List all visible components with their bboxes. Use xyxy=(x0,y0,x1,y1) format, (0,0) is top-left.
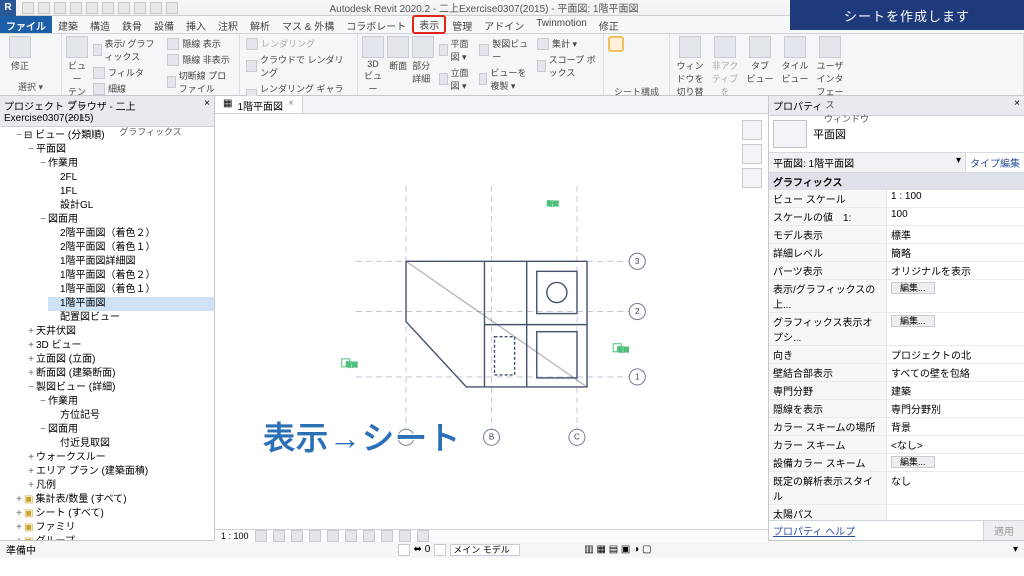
tab-7[interactable]: マス & 外構 xyxy=(276,16,340,33)
drawing-canvas[interactable]: ABC 321 断面断面断面 xyxy=(215,114,768,529)
apply-button[interactable]: 適用 xyxy=(983,521,1024,540)
cut-profile-button[interactable]: 切断線 プロファイル xyxy=(165,68,235,96)
svg-text:断面: 断面 xyxy=(346,361,358,369)
tab-12[interactable]: Twinmotion xyxy=(530,16,593,33)
tab-13[interactable]: 修正 xyxy=(593,16,625,33)
cursor-icon xyxy=(9,36,31,58)
ui-button[interactable]: ユーザ インタフェース xyxy=(814,36,846,111)
sheet-icon-2[interactable] xyxy=(627,36,641,50)
properties-panel[interactable]: プロパティ× 平面図 平面図: 1階平面図 ▾ タイプ編集 グラフィックスビュー… xyxy=(768,96,1024,540)
thinlines-button[interactable]: 細線 xyxy=(91,81,162,96)
project-browser[interactable]: プロジェクト ブラウザ - 二上Exercise0307(2015)× −⊟ ビ… xyxy=(0,96,215,540)
property-help-link[interactable]: プロパティ ヘルプ xyxy=(769,521,983,540)
tab-4[interactable]: 挿入 xyxy=(180,16,212,33)
svg-text:1: 1 xyxy=(635,372,640,381)
floor-plan-drawing: ABC 321 断面断面断面 xyxy=(215,114,768,529)
filter-button[interactable]: フィルタ xyxy=(91,65,162,80)
svg-text:2: 2 xyxy=(635,307,640,316)
hide-hidden-button[interactable]: 隠線 非表示 xyxy=(165,52,235,67)
app-logo: R xyxy=(0,0,16,16)
callout-button[interactable]: 部分詳細 xyxy=(412,36,434,85)
view-nav[interactable] xyxy=(742,120,764,188)
tab-1[interactable]: 構造 xyxy=(84,16,116,33)
duplicate-view-button[interactable]: ビューを複製 ▾ xyxy=(477,65,532,93)
cloud-render-button[interactable]: クラウドで レンダリング xyxy=(244,52,353,80)
elev-view-button[interactable]: 立面図 ▾ xyxy=(437,65,474,93)
scale-label[interactable]: 1 : 100 xyxy=(221,531,249,541)
close-tab-icon[interactable]: × xyxy=(288,98,294,111)
svg-text:断面: 断面 xyxy=(617,346,629,354)
edit-type-button[interactable]: タイプ編集 xyxy=(966,153,1024,172)
svg-text:B: B xyxy=(489,433,494,442)
ribbon: 修正 選択 ▾ ビュー テンプレート 表示/ グラフィックス フィルタ 細線 隠… xyxy=(0,34,1024,96)
view-tabs[interactable]: ▦ 1階平面図 × xyxy=(215,96,768,114)
zoom-icon[interactable] xyxy=(742,168,762,188)
navwheel-icon[interactable] xyxy=(742,120,762,140)
svg-text:3: 3 xyxy=(635,257,640,266)
annotation-overlay: 表示→シート xyxy=(263,413,461,459)
tab-5[interactable]: 注釈 xyxy=(212,16,244,33)
instance-selector[interactable]: 平面図: 1階平面図 ▾ xyxy=(769,153,966,172)
window-title: Autodesk Revit 2020.2 - 二上Exercise0307(2… xyxy=(184,0,784,15)
vg-button[interactable]: 表示/ グラフィックス xyxy=(91,36,162,64)
tutorial-banner: シートを作成します xyxy=(790,0,1024,30)
tab-file[interactable]: ファイル xyxy=(0,16,52,33)
tab-3[interactable]: 設備 xyxy=(148,16,180,33)
tab-6[interactable]: 解析 xyxy=(244,16,276,33)
view-template-button[interactable]: ビュー テンプレート xyxy=(66,36,88,124)
tab-2[interactable]: 鉄骨 xyxy=(116,16,148,33)
plan-icon: ▦ xyxy=(223,98,232,111)
view-control-bar[interactable]: 1 : 100 xyxy=(215,529,768,542)
tab-8[interactable]: コラボレート xyxy=(340,16,412,33)
model-selector[interactable] xyxy=(450,544,520,556)
view-tab-active[interactable]: ▦ 1階平面図 × xyxy=(215,96,303,113)
tab-view-button[interactable]: タブ ビュー xyxy=(744,36,776,85)
svg-text:C: C xyxy=(574,433,580,442)
tab-9[interactable]: 表示 xyxy=(412,15,446,34)
render-button[interactable]: レンダリング xyxy=(244,36,353,51)
tab-11[interactable]: アドイン xyxy=(478,16,530,33)
tile-view-button[interactable]: タイル ビュー xyxy=(779,36,811,85)
schedule-button[interactable]: 集計 ▾ xyxy=(535,36,599,51)
tab-10[interactable]: 管理 xyxy=(446,16,478,33)
section-button[interactable]: 断面 xyxy=(387,36,409,72)
quick-access-toolbar[interactable] xyxy=(16,2,184,14)
status-text: 準備中 xyxy=(6,542,36,557)
tab-0[interactable]: 建築 xyxy=(52,16,84,33)
status-bar: 準備中 ⬌ 0 ▥ ▦ ▤ ▣ ◑ ▢ ▾ xyxy=(0,540,1024,558)
plan-view-button[interactable]: 平面図 ▾ xyxy=(437,36,474,64)
show-hidden-button[interactable]: 隠線 表示 xyxy=(165,36,235,51)
home-icon[interactable] xyxy=(742,144,762,164)
sheet-button[interactable] xyxy=(608,36,624,52)
modify-button[interactable]: 修正 xyxy=(4,36,36,72)
svg-text:断面: 断面 xyxy=(547,200,559,208)
drafting-view-button[interactable]: 製図ビュー xyxy=(477,36,532,64)
3d-view-button[interactable]: 3D ビュー xyxy=(362,36,384,95)
type-name: 平面図 xyxy=(813,126,846,142)
scope-box-button[interactable]: スコープ ボックス xyxy=(535,52,599,80)
